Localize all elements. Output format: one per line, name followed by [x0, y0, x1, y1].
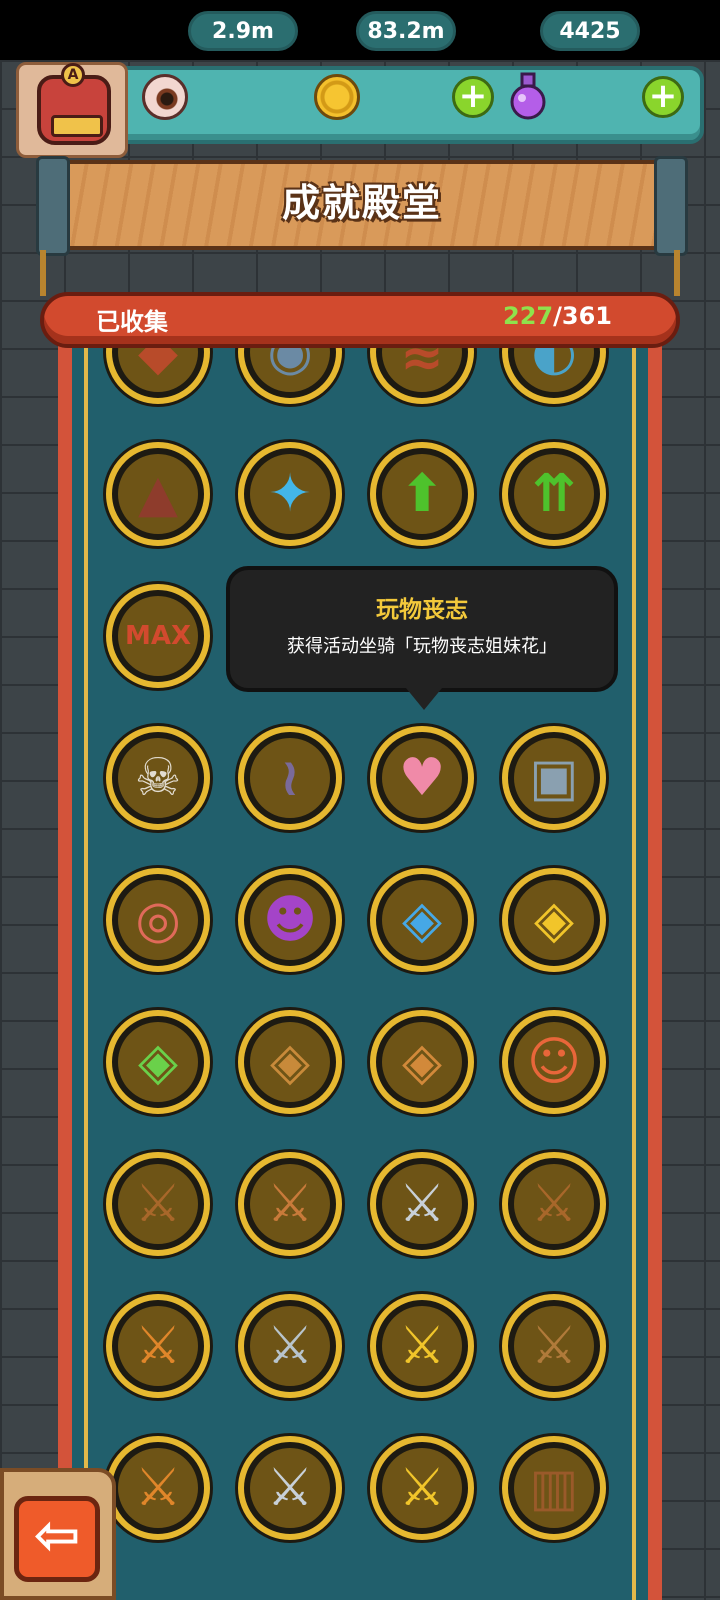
achievement-medal[interactable]: ♥: [370, 726, 474, 830]
achievement-tooltip: 玩物丧志 获得活动坐骑「玩物丧志姐妹花」: [226, 566, 618, 692]
gold-sword-fist-icon: ⚔: [398, 1458, 446, 1518]
achievement-medal[interactable]: ⚔: [106, 1436, 210, 1540]
achievement-medal[interactable]: ⚔: [502, 1294, 606, 1398]
wood-sword-fist-icon: ⚔: [530, 1316, 578, 1376]
achievement-medal[interactable]: ⚔: [370, 1152, 474, 1256]
rope-right: [674, 250, 680, 296]
achievement-medal[interactable]: ◈: [238, 1010, 342, 1114]
achievement-medal[interactable]: ⚔: [370, 1436, 474, 1540]
add-coins-button[interactable]: +: [452, 76, 494, 118]
green-arrow-up-icon: ⬆: [400, 464, 444, 524]
achievement-medal[interactable]: ◈: [502, 868, 606, 972]
achievement-medal[interactable]: ▲: [106, 442, 210, 546]
achievement-medal[interactable]: MAX: [106, 584, 210, 688]
collected-count: 227/361: [503, 302, 612, 330]
gold-helmet-sword-icon: ⚔: [398, 1316, 446, 1376]
coin-count: 83.2m: [356, 11, 456, 51]
achievement-medal[interactable]: ⚔: [238, 1436, 342, 1540]
achievement-medal[interactable]: ⚔: [370, 1294, 474, 1398]
gem-trio-bronze-icon: ◈: [270, 1032, 310, 1092]
silver-sword-fist-icon: ⚔: [266, 1458, 314, 1518]
achievement-medal[interactable]: ⇈: [502, 442, 606, 546]
gem-pair-blue-icon: ◈: [402, 890, 442, 950]
tooltip-description: 获得活动坐骑「玩物丧志姐妹花」: [287, 636, 557, 657]
wooden-cage-icon: ▥: [529, 1458, 579, 1518]
teeth-icon: [51, 115, 103, 137]
bronze-helmet-sword-icon: ⚔: [134, 1174, 182, 1234]
wood-helmet-sword-icon: ⚔: [530, 1174, 578, 1234]
collected-label: 已收集: [96, 308, 168, 336]
achievement-medal[interactable]: ◈: [370, 868, 474, 972]
achievement-medal[interactable]: ✦: [238, 442, 342, 546]
heart-roll-icon: ♥: [398, 748, 446, 808]
achievement-medal[interactable]: ▥: [502, 1436, 606, 1540]
achievement-medal[interactable]: ◈: [370, 1010, 474, 1114]
avatar-badge: A: [61, 63, 85, 87]
achievement-medal[interactable]: ⚔: [106, 1152, 210, 1256]
gem-pair-yellow-icon: ◈: [534, 890, 574, 950]
lava-rock-icon: ▲: [138, 464, 178, 524]
ice-crystal-icon: ✦: [268, 464, 312, 524]
achievement-medal[interactable]: ☠: [106, 726, 210, 830]
achievement-medal[interactable]: ⚔: [238, 1152, 342, 1256]
tooltip-title: 玩物丧志: [376, 597, 468, 623]
potion-count: 4425: [540, 11, 640, 51]
add-potions-button[interactable]: +: [642, 76, 684, 118]
eyeball-count: 2.9m: [188, 11, 298, 51]
double-green-arrow-icon: ⇈: [532, 464, 576, 524]
skull-icon: ☠: [134, 748, 182, 808]
achievement-medal[interactable]: ◈: [106, 1010, 210, 1114]
achievement-medal[interactable]: ⚔: [502, 1152, 606, 1256]
silver-helmet-sword-icon: ⚔: [398, 1174, 446, 1234]
achievement-medal[interactable]: ◎: [106, 868, 210, 972]
red-hair-girl-icon: ☺: [526, 1032, 582, 1092]
achievement-medal[interactable]: ☺: [502, 1010, 606, 1114]
orange-sword-fist-icon: ⚔: [134, 1458, 182, 1518]
gem-trio-copper-icon: ◈: [402, 1032, 442, 1092]
coin-icon: [314, 74, 360, 120]
resource-bar: [112, 66, 704, 144]
achievement-medal[interactable]: ≀: [238, 726, 342, 830]
steel-helmet-sword-icon: ⚔: [266, 1316, 314, 1376]
achievement-medal[interactable]: ▣: [502, 726, 606, 830]
rope-left: [40, 250, 46, 296]
achievement-medal[interactable]: ⚔: [238, 1294, 342, 1398]
max-upgrade-icon: MAX: [124, 621, 192, 651]
achievement-medal[interactable]: ☻: [238, 868, 342, 972]
gem-trio-color-icon: ◈: [138, 1032, 178, 1092]
collected-number: 227: [503, 302, 554, 330]
snail-creature-icon: ◎: [135, 890, 181, 950]
achievement-medal[interactable]: ⚔: [106, 1294, 210, 1398]
total-number: /361: [553, 302, 612, 330]
eyeball-icon: [142, 74, 188, 120]
purple-monster-icon: ☻: [262, 890, 318, 950]
arrow-left-icon: ⇦: [33, 1503, 81, 1568]
page-title: 成就殿堂: [281, 181, 442, 225]
back-button[interactable]: ⇦: [14, 1496, 100, 1582]
robot-skull-icon: ▣: [529, 748, 579, 808]
tooltip-pointer: [406, 688, 442, 710]
copper-helmet-sword-icon: ⚔: [266, 1174, 314, 1234]
potion-icon: [510, 72, 546, 120]
achievement-medal[interactable]: ⬆: [370, 442, 474, 546]
player-avatar[interactable]: A: [16, 62, 128, 158]
tentacles-icon: ≀: [280, 748, 300, 808]
orange-helmet-sword-icon: ⚔: [134, 1316, 182, 1376]
